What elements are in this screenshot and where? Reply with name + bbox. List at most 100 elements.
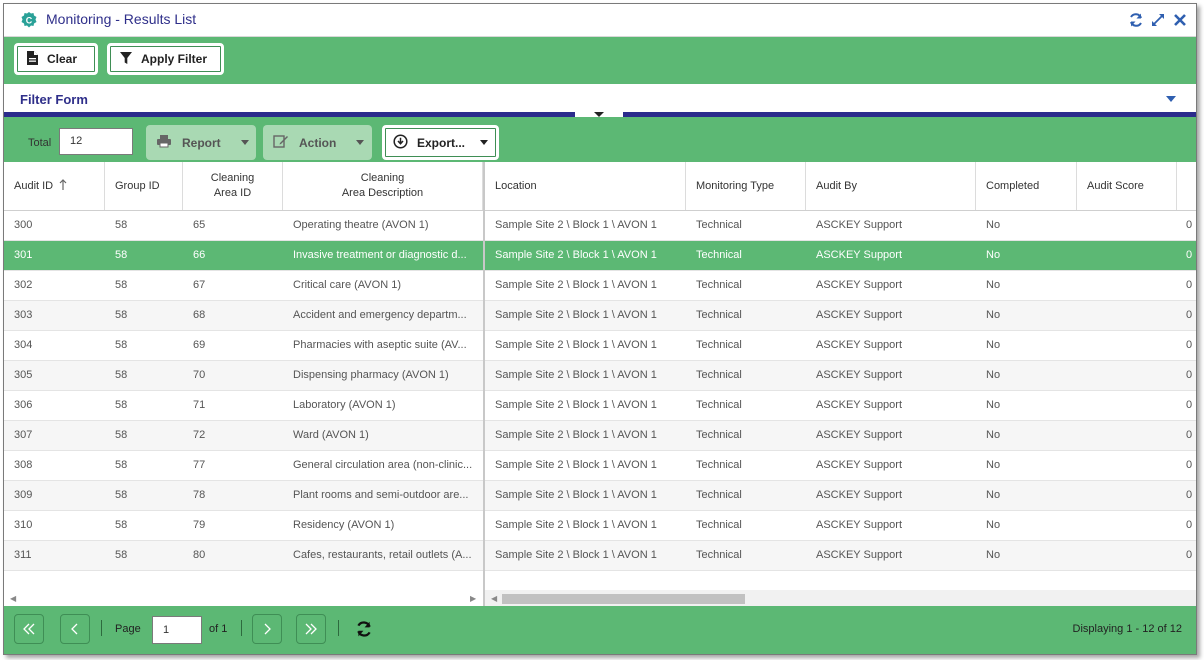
document-icon bbox=[26, 50, 39, 69]
table-row[interactable]: 311 58 80 Cafes, restaurants, retail outlet… bbox=[4, 541, 1196, 571]
maximize-icon[interactable] bbox=[1150, 12, 1166, 28]
table-row[interactable]: 304 58 69 Pharmacies with aseptic suite (AV… bbox=[4, 331, 1196, 361]
cell-score: 0 bbox=[1186, 459, 1193, 471]
cell-completed: No bbox=[986, 549, 1001, 561]
export-button[interactable]: Export... bbox=[382, 125, 499, 160]
filter-toolbar: Clear Apply Filter bbox=[4, 37, 1196, 84]
export-caret-icon bbox=[480, 140, 489, 145]
apply-filter-button[interactable]: Apply Filter bbox=[107, 43, 224, 75]
cell-area-desc: Plant rooms and semi-outdoor are... bbox=[293, 489, 469, 501]
table-row[interactable]: 302 58 67 Critical care (AVON 1) Sample Site… bbox=[4, 271, 1196, 301]
chevron-down-icon[interactable] bbox=[1166, 96, 1176, 102]
cell-audit-id: 304 bbox=[14, 339, 33, 351]
cell-area-desc: Accident and emergency departm... bbox=[293, 309, 467, 321]
cell-score: 0 bbox=[1186, 339, 1193, 351]
cell-location: Sample Site 2 \ Block 1 \ AVON 1 bbox=[495, 399, 657, 411]
cell-audit-by: ASCKEY Support bbox=[816, 549, 903, 561]
column-header-label: Location bbox=[495, 180, 537, 192]
printer-icon bbox=[156, 134, 172, 151]
cell-area-id: 72 bbox=[193, 429, 206, 441]
cell-group-id: 58 bbox=[115, 519, 128, 531]
cell-area-id: 79 bbox=[193, 519, 206, 531]
report-caret-icon bbox=[240, 140, 249, 145]
column-header-label: Audit By bbox=[816, 180, 857, 192]
scroll-left-arrow-icon[interactable]: ◀ bbox=[10, 594, 16, 603]
scrollbar-thumb[interactable] bbox=[502, 594, 745, 604]
cell-type: Technical bbox=[696, 489, 742, 501]
column-header-area-description[interactable]: Cleaning Area Description bbox=[283, 162, 483, 210]
cell-area-id: 71 bbox=[193, 399, 206, 411]
locked-scrollbar[interactable]: ◀ ▶ bbox=[4, 590, 483, 606]
cell-completed: No bbox=[986, 369, 1001, 381]
table-row[interactable]: 306 58 71 Laboratory (AVON 1) Sample Site 2 … bbox=[4, 391, 1196, 421]
cell-audit-by: ASCKEY Support bbox=[816, 309, 903, 321]
apply-filter-label: Apply Filter bbox=[141, 52, 208, 66]
table-row[interactable]: 308 58 77 General circulation area (non-cli… bbox=[4, 451, 1196, 481]
table-row[interactable]: 310 58 79 Residency (AVON 1) Sample Site 2 \… bbox=[4, 511, 1196, 541]
scroll-right-arrow-icon[interactable]: ▶ bbox=[470, 594, 476, 603]
cell-score: 0 bbox=[1186, 519, 1193, 531]
column-header-label: Audit ID bbox=[14, 180, 54, 192]
scroll-left-arrow-icon[interactable]: ◀ bbox=[491, 594, 497, 603]
window-title: Monitoring - Results List bbox=[46, 11, 197, 27]
page-number-input[interactable]: 1 bbox=[152, 616, 202, 644]
column-header-location[interactable]: Location bbox=[485, 162, 686, 210]
next-page-button[interactable] bbox=[252, 614, 282, 644]
cell-type: Technical bbox=[696, 279, 742, 291]
action-button[interactable]: Action bbox=[263, 125, 372, 160]
column-header-completed[interactable]: Completed bbox=[976, 162, 1077, 210]
cell-group-id: 58 bbox=[115, 249, 128, 261]
table-row[interactable]: 300 58 65 Operating theatre (AVON 1) Sample … bbox=[4, 211, 1196, 241]
download-circle-icon bbox=[393, 133, 408, 152]
refresh-icon[interactable] bbox=[1128, 12, 1144, 28]
report-button[interactable]: Report bbox=[146, 125, 256, 160]
table-row[interactable]: 307 58 72 Ward (AVON 1) Sample Site 2 \ Bloc… bbox=[4, 421, 1196, 451]
table-row[interactable]: 303 58 68 Accident and emergency departm...… bbox=[4, 301, 1196, 331]
cell-area-desc: Operating theatre (AVON 1) bbox=[293, 219, 429, 231]
table-row[interactable]: 305 58 70 Dispensing pharmacy (AVON 1) Sampl… bbox=[4, 361, 1196, 391]
cell-group-id: 58 bbox=[115, 429, 128, 441]
previous-page-button[interactable] bbox=[60, 614, 90, 644]
action-caret-icon bbox=[356, 140, 365, 145]
cell-location: Sample Site 2 \ Block 1 \ AVON 1 bbox=[495, 309, 657, 321]
cell-area-desc: Laboratory (AVON 1) bbox=[293, 399, 396, 411]
cell-audit-by: ASCKEY Support bbox=[816, 519, 903, 531]
cell-type: Technical bbox=[696, 249, 742, 261]
cell-location: Sample Site 2 \ Block 1 \ AVON 1 bbox=[495, 339, 657, 351]
displaying-count: Displaying 1 - 12 of 12 bbox=[1072, 623, 1182, 635]
close-icon[interactable] bbox=[1172, 12, 1188, 28]
table-row[interactable]: 301 58 66 Invasive treatment or diagnostic … bbox=[4, 241, 1196, 271]
first-page-button[interactable] bbox=[14, 614, 44, 644]
cell-completed: No bbox=[986, 399, 1001, 411]
column-header-audit-id[interactable]: Audit ID bbox=[4, 162, 105, 210]
filter-form-header[interactable]: Filter Form bbox=[4, 84, 1196, 114]
cell-audit-id: 308 bbox=[14, 459, 33, 471]
cell-location: Sample Site 2 \ Block 1 \ AVON 1 bbox=[495, 279, 657, 291]
cell-location: Sample Site 2 \ Block 1 \ AVON 1 bbox=[495, 429, 657, 441]
column-header-audit-score[interactable]: Audit Score bbox=[1077, 162, 1177, 210]
cell-area-desc: General circulation area (non-clinic... bbox=[293, 459, 473, 471]
cell-area-id: 68 bbox=[193, 309, 206, 321]
report-button-label: Report bbox=[182, 135, 221, 150]
cell-completed: No bbox=[986, 279, 1001, 291]
cell-type: Technical bbox=[696, 219, 742, 231]
cell-area-desc: Pharmacies with aseptic suite (AV... bbox=[293, 339, 467, 351]
column-header-audit-by[interactable]: Audit By bbox=[806, 162, 976, 210]
page-label: Page bbox=[115, 623, 141, 635]
chevron-right-icon bbox=[264, 623, 271, 635]
cell-area-id: 67 bbox=[193, 279, 206, 291]
pager-separator bbox=[338, 620, 339, 636]
column-header-area-id[interactable]: Cleaning Area ID bbox=[183, 162, 283, 210]
clear-button[interactable]: Clear bbox=[14, 43, 98, 75]
column-header-monitoring-type[interactable]: Monitoring Type bbox=[686, 162, 806, 210]
horizontal-scrollbar[interactable]: ◀ bbox=[485, 590, 1196, 606]
cell-score: 0 bbox=[1186, 399, 1193, 411]
refresh-icon[interactable] bbox=[355, 620, 373, 638]
cell-audit-by: ASCKEY Support bbox=[816, 399, 903, 411]
table-row[interactable]: 309 58 78 Plant rooms and semi-outdoor are.… bbox=[4, 481, 1196, 511]
cell-audit-by: ASCKEY Support bbox=[816, 249, 903, 261]
column-header-group-id[interactable]: Group ID bbox=[105, 162, 183, 210]
last-page-button[interactable] bbox=[296, 614, 326, 644]
cell-completed: No bbox=[986, 459, 1001, 471]
cell-location: Sample Site 2 \ Block 1 \ AVON 1 bbox=[495, 489, 657, 501]
